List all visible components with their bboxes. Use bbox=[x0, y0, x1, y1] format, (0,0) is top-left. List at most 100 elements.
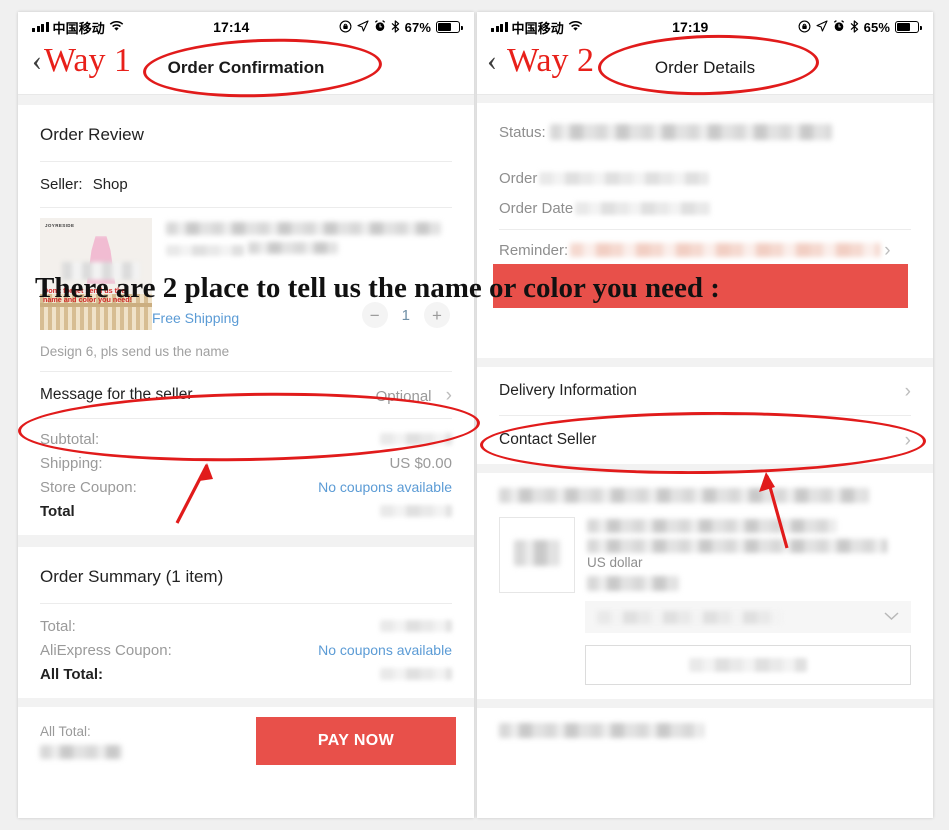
variant-note: Design 6, pls send us the name bbox=[40, 344, 230, 359]
status-left-group: 中国移动 bbox=[491, 18, 583, 37]
order-summary-section: Order Summary (1 item) Total: AliExpress… bbox=[18, 547, 474, 698]
store-name-row[interactable] bbox=[477, 473, 933, 509]
pay-total-redaction bbox=[40, 744, 122, 759]
order-item-action-button[interactable] bbox=[585, 645, 911, 685]
delivery-information-label: Delivery Information bbox=[499, 382, 637, 399]
status-left-group: 中国移动 bbox=[32, 18, 124, 37]
order-item-select[interactable] bbox=[585, 601, 911, 633]
order-item-thumbnail[interactable] bbox=[499, 517, 575, 593]
order-item-select-value-redaction bbox=[597, 610, 782, 624]
summary-label: AliExpress Coupon: bbox=[40, 641, 172, 659]
order-item-row-right[interactable]: US dollar bbox=[477, 509, 933, 593]
order-review-heading: Order Review bbox=[40, 125, 144, 144]
signal-bars-icon bbox=[32, 22, 49, 32]
signal-bars-icon bbox=[491, 22, 508, 32]
summary-row-total: Total: bbox=[18, 614, 474, 638]
location-arrow-icon bbox=[816, 20, 828, 34]
order-id-row: Order bbox=[477, 163, 933, 193]
status-right-group: 67% bbox=[339, 19, 463, 35]
summary-value-redaction bbox=[380, 668, 452, 680]
seller-name: Shop bbox=[92, 176, 128, 193]
battery-icon-left bbox=[436, 21, 463, 33]
price-label: Shipping: bbox=[40, 454, 103, 472]
message-for-seller-right: Optional › bbox=[376, 386, 452, 405]
price-row-store-coupon[interactable]: Store Coupon: No coupons available bbox=[18, 475, 474, 499]
price-label: Store Coupon: bbox=[40, 478, 137, 496]
price-label: Subtotal: bbox=[40, 430, 100, 448]
pay-bar: All Total: PAY NOW bbox=[18, 707, 474, 779]
navbar-divider-right bbox=[477, 94, 933, 103]
quantity-value: 1 bbox=[401, 306, 410, 324]
battery-percent-right: 65% bbox=[863, 19, 890, 35]
status-bar-left: 中国移动 17:14 67% bbox=[18, 12, 474, 42]
product-title-redaction bbox=[166, 222, 441, 236]
summary-label: All Total: bbox=[40, 665, 104, 683]
order-item-section: US dollar bbox=[477, 473, 933, 685]
status-value-redaction bbox=[549, 124, 832, 140]
order-item-price-redaction bbox=[587, 575, 679, 591]
footer-redaction bbox=[499, 723, 704, 739]
product-brand-label: JOYRESIDE bbox=[45, 223, 75, 228]
bluetooth-icon bbox=[850, 19, 859, 35]
location-arrow-icon bbox=[357, 20, 369, 34]
carrier-label: 中国移动 bbox=[511, 20, 564, 36]
order-id-label: Order bbox=[499, 169, 538, 187]
battery-percent-left: 67% bbox=[404, 19, 431, 35]
status-row: Status: bbox=[477, 115, 933, 149]
summary-row-all-total: All Total: bbox=[18, 662, 474, 686]
section-gap bbox=[477, 464, 933, 473]
price-row-shipping: Shipping: US $0.00 bbox=[18, 451, 474, 475]
seller-row[interactable]: Seller: Shop bbox=[18, 162, 474, 207]
status-bar-right: 中国移动 17:19 65% bbox=[477, 12, 933, 42]
contact-seller-row[interactable]: Contact Seller › bbox=[477, 416, 933, 464]
order-review-section: Order Review Seller: Shop JOYRESIDE Don'… bbox=[18, 105, 474, 535]
product-variant-redaction bbox=[248, 242, 339, 254]
carrier-label: 中国移动 bbox=[52, 20, 105, 36]
quantity-stepper[interactable]: − 1 + bbox=[361, 302, 450, 328]
bluetooth-icon bbox=[391, 19, 400, 35]
comparison-canvas: 中国移动 17:14 67% Order Confirmation Order … bbox=[0, 0, 949, 830]
pay-now-button[interactable]: PAY NOW bbox=[256, 717, 456, 765]
rotation-lock-icon bbox=[798, 20, 811, 35]
store-coupon-link[interactable]: No coupons available bbox=[318, 479, 452, 495]
pay-total-label: All Total: bbox=[40, 724, 91, 739]
alarm-clock-icon bbox=[833, 20, 845, 34]
message-for-seller-label: Message for the seller bbox=[40, 386, 193, 403]
clock-left: 17:14 bbox=[213, 19, 250, 35]
reminder-row[interactable]: Reminder: › bbox=[477, 230, 933, 266]
footer-section bbox=[477, 708, 933, 754]
wifi-icon bbox=[109, 20, 124, 34]
order-date-label: Order Date bbox=[499, 199, 574, 217]
order-summary-rows: Total: AliExpress Coupon: No coupons ava… bbox=[18, 604, 474, 698]
annotation-overlay-sentence: There are 2 place to tell us the name or… bbox=[35, 272, 720, 304]
quantity-increase-button[interactable]: + bbox=[424, 302, 450, 328]
price-breakdown: Subtotal: Shipping: US $0.00 Store Coupo… bbox=[18, 419, 474, 535]
price-value-redaction bbox=[380, 505, 452, 517]
chevron-right-icon: › bbox=[904, 429, 911, 451]
section-gap bbox=[18, 698, 474, 707]
product-subtitle-redaction bbox=[166, 245, 244, 256]
currency-note: US dollar bbox=[587, 555, 643, 571]
summary-row-aliexpress-coupon[interactable]: AliExpress Coupon: No coupons available bbox=[18, 638, 474, 662]
order-item-title-redaction bbox=[587, 518, 837, 533]
aliexpress-coupon-link[interactable]: No coupons available bbox=[318, 642, 452, 658]
navbar-divider-left bbox=[18, 94, 474, 105]
message-for-seller-value: Optional bbox=[375, 387, 432, 405]
page-title-left: Order Confirmation bbox=[167, 58, 325, 77]
order-date-redaction bbox=[575, 201, 712, 215]
summary-value-redaction bbox=[380, 620, 452, 632]
page-title-right: Order Details bbox=[654, 58, 756, 77]
summary-label: Total: bbox=[40, 617, 76, 635]
navbar-right: Order Details bbox=[477, 42, 933, 94]
order-id-redaction bbox=[539, 171, 710, 185]
order-item-action-redaction bbox=[689, 658, 807, 672]
battery-icon-right bbox=[895, 21, 922, 33]
seller-label: Seller: bbox=[40, 176, 83, 193]
delivery-information-row[interactable]: Delivery Information › bbox=[477, 367, 933, 415]
links-section: Delivery Information › Contact Seller › bbox=[477, 367, 933, 464]
message-for-seller-row[interactable]: Message for the seller Optional › bbox=[18, 372, 474, 418]
quantity-decrease-button[interactable]: − bbox=[361, 302, 388, 328]
chevron-right-icon: › bbox=[445, 384, 452, 406]
chevron-right-icon: › bbox=[904, 380, 911, 402]
reminder-value-redaction bbox=[570, 243, 881, 257]
